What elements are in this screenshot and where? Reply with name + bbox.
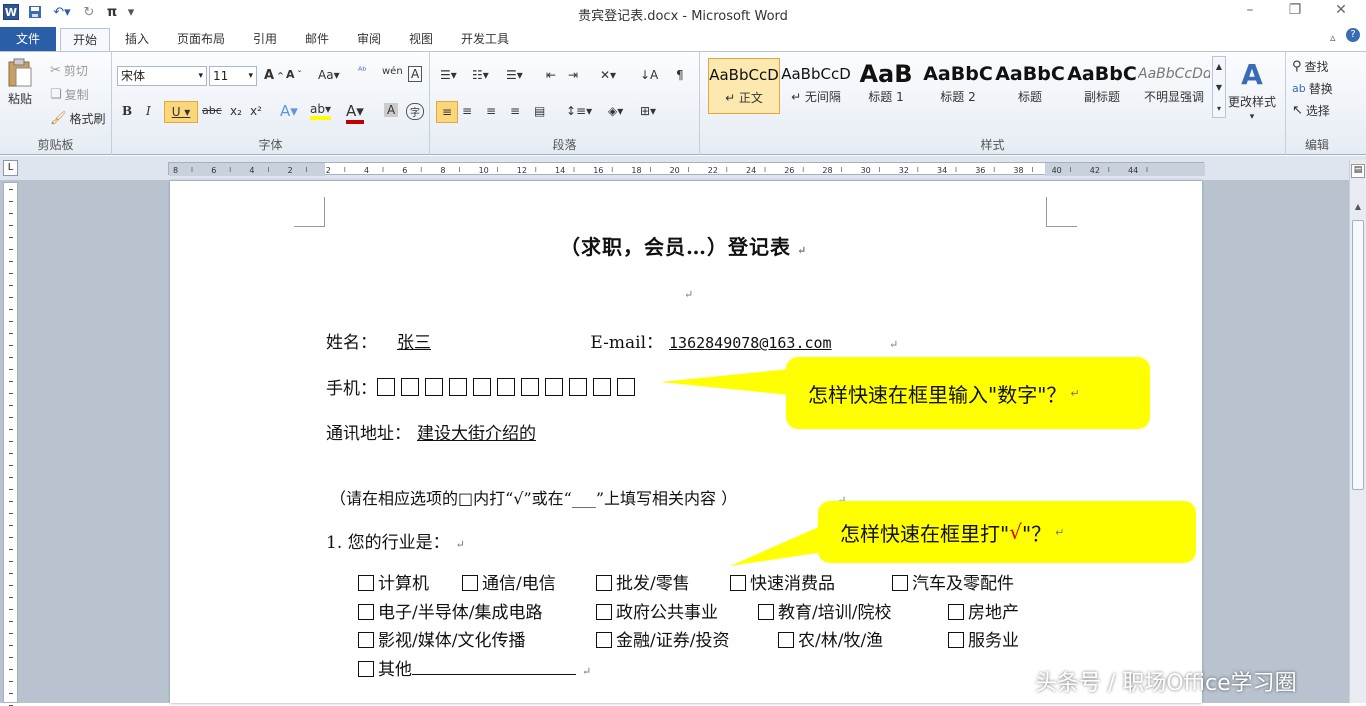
scroll-thumb[interactable] [1352,220,1364,490]
callout-text-1: 怎样快速在框里输入"数字"？ [808,382,1067,407]
ruler-toggle-icon[interactable]: ▤ [1351,164,1365,178]
vertical-scrollbar[interactable]: ▤ ▲ [1349,160,1366,703]
callout-tails [660,368,850,566]
callout-text-2a: 怎样快速在框里打" [840,521,1010,546]
callout-text-2b: "？ [1021,521,1052,546]
scroll-up-icon[interactable]: ▲ [1352,202,1364,211]
watermark: 头条号 / 职场Office学习圈 [1035,671,1297,696]
callout-tail-1 [660,368,800,396]
callout-checkmark: 怎样快速在框里打" √ "？ ↵ [818,501,1196,563]
callout-check-symbol: √ [1009,520,1022,544]
callout-number-input: 怎样快速在框里输入"数字"？ ↵ [786,357,1150,429]
